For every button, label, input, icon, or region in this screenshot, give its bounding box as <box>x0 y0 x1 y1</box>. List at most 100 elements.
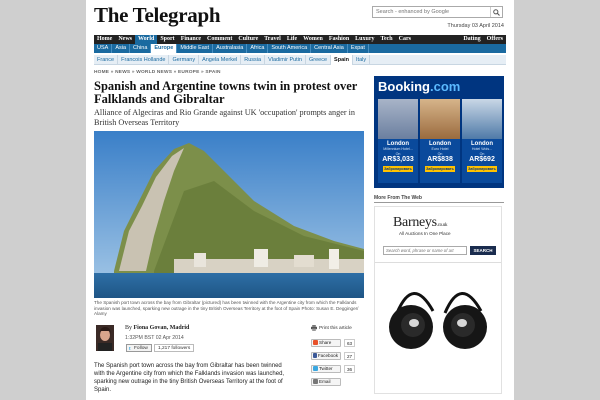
topic-nav: France Francois Hollande Germany Angela Mer… <box>94 54 506 65</box>
topic-tab-vladimir-putin[interactable]: Vladimir Putin <box>265 54 306 65</box>
share-row: Share 63 <box>311 338 361 347</box>
share-tools: Share 63 Facebook 27 Twitter 36 Email <box>311 338 361 390</box>
section-tab-australasia[interactable]: Australasia <box>213 44 248 53</box>
share-share-button[interactable]: Share <box>311 338 341 347</box>
hotel-photo <box>462 99 502 139</box>
page: The Telegraph Thursday 03 April 2014 Hom… <box>86 0 514 400</box>
breadcrumb: HOME » NEWS » WORLD NEWS » EUROPE » SPAI… <box>94 70 221 75</box>
booking-logo: Booking.com <box>378 79 460 94</box>
nav-item-news[interactable]: News <box>115 35 135 44</box>
topic-tab-russia[interactable]: Russia <box>241 54 266 65</box>
nav-item-comment[interactable]: Comment <box>204 35 235 44</box>
hotel-name: Hotel Wols... <box>471 147 493 151</box>
nav-item-home[interactable]: Home <box>94 35 115 44</box>
facebook-share-button[interactable]: Facebook <box>311 351 341 360</box>
share-label: Email <box>319 379 331 384</box>
section-nav: USA Asia China Europe Middle East Australasia… <box>94 44 506 53</box>
barneys-logo-name: Barneys <box>393 215 437 230</box>
twitter-share-button[interactable]: Twitter <box>311 364 341 373</box>
booking-advert[interactable]: Booking.com London Millennium Hotel... On A… <box>374 76 504 188</box>
article-body: The Spanish port town across the bay fro… <box>94 363 285 393</box>
barneys-search-input[interactable] <box>383 246 467 255</box>
section-tab-asia[interactable]: Asia <box>112 44 131 53</box>
main-nav: Home News World Sport Finance Comment Culture T… <box>94 35 506 44</box>
hotel-price: AR$692 <box>469 156 495 164</box>
topic-tab-italy[interactable]: Italy <box>353 54 371 65</box>
share-label: Share <box>319 340 332 345</box>
nav-item-world[interactable]: World <box>135 35 158 44</box>
section-tab-china[interactable]: China <box>130 44 152 53</box>
share-count: 36 <box>344 364 356 373</box>
nav-item-tech[interactable]: Tech <box>378 35 396 44</box>
share-count: 27 <box>344 351 356 360</box>
topic-tab-francois-hollande[interactable]: Francois Hollande <box>118 54 170 65</box>
nav-item-life[interactable]: Life <box>284 35 300 44</box>
section-tab-africa[interactable]: Africa <box>247 44 269 53</box>
hotel-card[interactable]: London Hotel Wols... On AR$692 Забронировать <box>462 99 502 183</box>
topic-tab-angela-merkel[interactable]: Angela Merkel <box>199 54 242 65</box>
hotel-price: AR$838 <box>427 156 453 164</box>
photo-caption: The Spanish port town across the bay fro… <box>94 300 359 317</box>
section-tab-expat[interactable]: Expat <box>348 44 369 53</box>
share-row: Twitter 36 <box>311 364 361 373</box>
barneys-logo: Barneys.co.uk <box>393 215 448 231</box>
booking-logo-main: Booking <box>378 79 430 94</box>
print-article-link[interactable]: Print this article <box>311 325 352 331</box>
topic-tab-greece[interactable]: Greece <box>306 54 332 65</box>
twitter-icon: t <box>129 347 131 352</box>
search-icon <box>493 8 500 16</box>
topic-tab-france[interactable]: France <box>94 54 119 65</box>
nav-item-fashion[interactable]: Fashion <box>326 35 352 44</box>
share-label: Twitter <box>319 366 333 371</box>
search-input[interactable] <box>373 7 490 17</box>
nav-item-offers[interactable]: Offers <box>484 35 506 44</box>
site-logo[interactable]: The Telegraph <box>94 3 221 28</box>
share-row: Facebook 27 <box>311 351 361 360</box>
section-tab-europe[interactable]: Europe <box>151 44 178 53</box>
byline: By Fiona Govan, Madrid <box>125 325 189 331</box>
search-button[interactable] <box>490 7 502 17</box>
printer-icon <box>311 325 317 331</box>
nav-item-dating[interactable]: Dating <box>460 35 483 44</box>
book-hotel-button[interactable]: Забронировать <box>425 166 455 173</box>
section-tab-usa[interactable]: USA <box>94 44 113 53</box>
nav-item-women[interactable]: Women <box>300 35 326 44</box>
hotel-name: Millennium Hotel... <box>383 147 413 151</box>
book-hotel-button[interactable]: Забронировать <box>467 166 497 173</box>
article-standfirst: Alliance of Algeciras and Rio Grande aga… <box>94 108 356 127</box>
nav-item-cars[interactable]: Cars <box>396 35 414 44</box>
nav-right: Dating Offers <box>460 35 506 44</box>
author-name[interactable]: Fiona Govan, Madrid <box>134 325 190 331</box>
barneys-logo-suffix: .co.uk <box>436 223 448 228</box>
hotel-photo <box>420 99 460 139</box>
topic-tab-spain[interactable]: Spain <box>331 54 354 65</box>
nav-item-sport[interactable]: Sport <box>157 35 177 44</box>
email-icon <box>313 379 318 384</box>
follow-label: Follow <box>134 346 148 351</box>
nav-item-travel[interactable]: Travel <box>261 35 284 44</box>
email-share-button[interactable]: Email <box>311 377 341 386</box>
nav-item-luxury[interactable]: Luxury <box>352 35 377 44</box>
follower-count: 1,217 followers <box>154 344 195 352</box>
section-tab-south-america[interactable]: South America <box>268 44 312 53</box>
publish-date: 1:32PM BST 02 Apr 2014 <box>125 335 184 341</box>
barneys-divider <box>375 262 501 263</box>
nav-item-culture[interactable]: Culture <box>235 35 261 44</box>
hotel-card[interactable]: London Millennium Hotel... On AR$3,033 Забро… <box>378 99 418 183</box>
booking-logo-dot: .com <box>430 79 461 94</box>
byline-prefix: By <box>125 325 133 331</box>
topic-tab-germany[interactable]: Germany <box>169 54 200 65</box>
section-tab-middle-east[interactable]: Middle East <box>177 44 214 53</box>
hotel-card[interactable]: London Euro Hotel On AR$838 Забронировать <box>420 99 460 183</box>
site-search <box>372 6 503 18</box>
barneys-advert[interactable]: Barneys.co.uk All Auctions In One Place … <box>374 206 502 394</box>
nav-item-finance[interactable]: Finance <box>178 35 204 44</box>
barneys-search-button[interactable]: SEARCH <box>470 246 496 255</box>
ear-muffs-image <box>383 275 495 365</box>
book-hotel-button[interactable]: Забронировать <box>383 166 413 173</box>
section-divider <box>374 202 504 203</box>
section-tab-central-asia[interactable]: Central Asia <box>311 44 348 53</box>
twitter-icon <box>313 366 318 371</box>
hotel-name: Euro Hotel <box>431 147 449 151</box>
follow-author-button[interactable]: t Follow <box>126 344 152 352</box>
